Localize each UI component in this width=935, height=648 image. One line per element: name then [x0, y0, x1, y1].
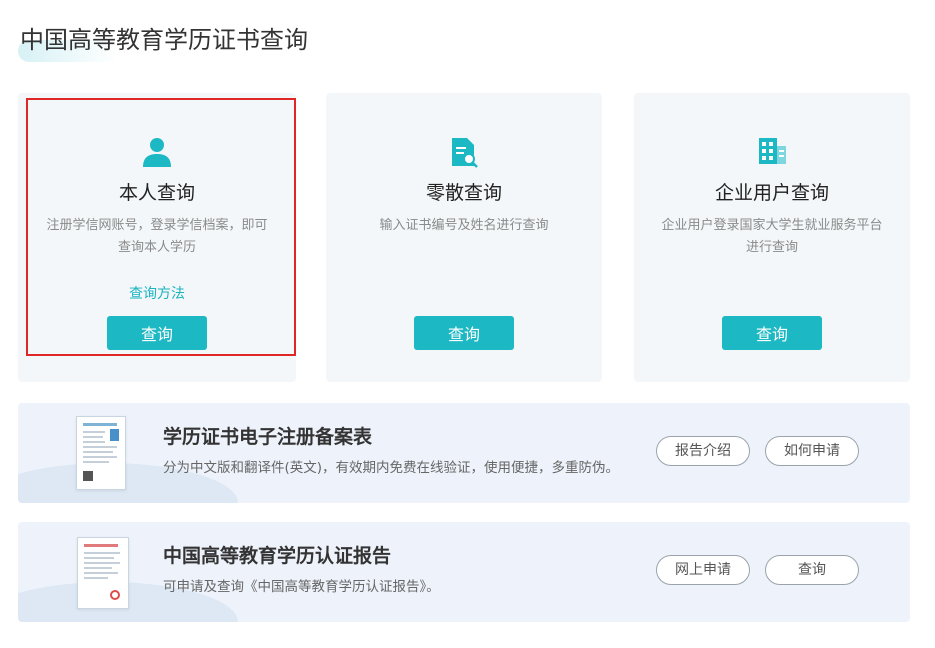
page-title: 中国高等教育学历证书查询	[20, 26, 308, 54]
banner-certification-report: 中国高等教育学历认证报告 可申请及查询《中国高等教育学历认证报告》。 网上申请 …	[18, 522, 910, 622]
building-icon	[757, 136, 787, 170]
banner-title: 中国高等教育学历认证报告	[163, 545, 392, 567]
card-enterprise-query: 企业用户查询 企业用户登录国家大学生就业服务平台进行查询 查询	[634, 93, 910, 382]
card-description: 企业用户登录国家大学生就业服务平台进行查询	[661, 218, 883, 255]
banner-description: 可申请及查询《中国高等教育学历认证报告》。	[163, 579, 440, 595]
report-thumbnail	[77, 537, 129, 609]
personal-query-button[interactable]: 查询	[107, 316, 207, 350]
user-icon	[142, 136, 172, 172]
query-method-link[interactable]: 查询方法	[18, 283, 296, 303]
document-search-icon	[450, 136, 478, 172]
how-to-apply-button[interactable]: 如何申请	[765, 436, 859, 466]
single-query-button[interactable]: 查询	[414, 316, 514, 350]
card-title: 本人查询	[118, 182, 195, 204]
certificate-thumbnail	[76, 416, 126, 490]
enterprise-query-button[interactable]: 查询	[722, 316, 822, 350]
report-query-button[interactable]: 查询	[765, 555, 859, 585]
banner-description: 分为中文版和翻译件(英文)，有效期内免费在线验证，使用便捷，多重防伪。	[163, 460, 620, 476]
card-description: 注册学信网账号，登录学信档案，即可查询本人学历	[46, 218, 268, 255]
banner-title: 学历证书电子注册备案表	[163, 426, 373, 448]
card-single-query: 零散查询 输入证书编号及姓名进行查询 查询	[326, 93, 602, 382]
online-apply-button[interactable]: 网上申请	[656, 555, 750, 585]
card-description: 输入证书编号及姓名进行查询	[379, 218, 549, 233]
card-title: 企业用户查询	[714, 182, 829, 204]
banner-registration-form: 学历证书电子注册备案表 分为中文版和翻译件(英文)，有效期内免费在线验证，使用便…	[18, 403, 910, 503]
report-intro-button[interactable]: 报告介绍	[656, 436, 750, 466]
card-title: 零散查询	[425, 182, 502, 204]
card-personal-query: 本人查询 注册学信网账号，登录学信档案，即可查询本人学历 查询方法 查询	[18, 93, 296, 382]
